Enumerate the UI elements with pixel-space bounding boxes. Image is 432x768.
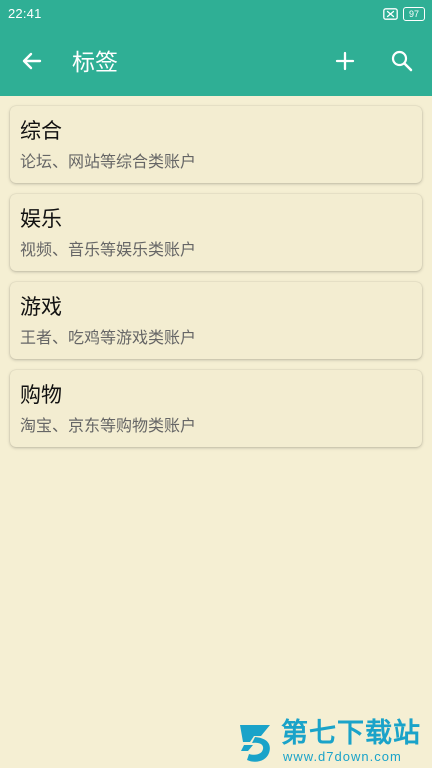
- watermark-title: 第七下载站: [281, 718, 421, 749]
- search-icon: [390, 49, 414, 77]
- status-icons: 97: [383, 7, 425, 21]
- status-bar: 22:41 97: [0, 0, 432, 30]
- add-tag-button[interactable]: [321, 30, 369, 96]
- tag-card-shopping[interactable]: 购物 淘宝、京东等购物类账户: [10, 370, 422, 447]
- tag-description: 淘宝、京东等购物类账户: [20, 416, 197, 435]
- battery-indicator: 97: [403, 7, 425, 21]
- tag-description: 王者、吃鸡等游戏类账户: [20, 328, 197, 347]
- sim-card-off-icon: [383, 5, 398, 24]
- watermark-logo-icon: [236, 720, 274, 764]
- plus-icon: [334, 50, 356, 76]
- arrow-left-icon: [20, 49, 44, 77]
- top-bar: 22:41 97 标签: [0, 0, 432, 96]
- tag-card-games[interactable]: 游戏 王者、吃鸡等游戏类账户: [10, 282, 422, 359]
- app-bar: 标签: [0, 30, 432, 96]
- watermark: 第七下载站 www.d7down.com: [234, 718, 430, 766]
- tag-card-general[interactable]: 综合 论坛、网站等综合类账户: [10, 106, 422, 183]
- tag-title: 游戏: [20, 295, 62, 319]
- tag-card-entertainment[interactable]: 娱乐 视频、音乐等娱乐类账户: [10, 194, 422, 271]
- tag-title: 综合: [20, 119, 62, 143]
- tag-description: 论坛、网站等综合类账户: [20, 152, 197, 171]
- watermark-url: www.d7down.com: [283, 749, 402, 764]
- page-title: 标签: [72, 50, 118, 76]
- back-button[interactable]: [8, 30, 56, 96]
- tag-title: 娱乐: [20, 207, 62, 231]
- search-button[interactable]: [378, 30, 426, 96]
- tag-title: 购物: [20, 383, 62, 407]
- status-time: 22:41: [8, 6, 42, 21]
- tag-description: 视频、音乐等娱乐类账户: [20, 240, 197, 259]
